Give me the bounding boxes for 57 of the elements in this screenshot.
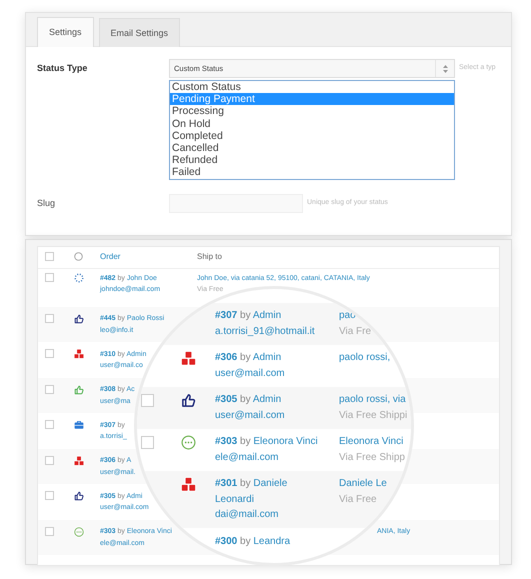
- customer-email[interactable]: ele@mail.com: [215, 450, 279, 465]
- spinner-icon: [74, 273, 84, 283]
- thumbs-up-icon: [74, 491, 84, 501]
- ship-address[interactable]: Daniele Le: [339, 476, 387, 492]
- boxes-icon: [181, 351, 196, 366]
- dropdown-option[interactable]: Cancelled: [170, 142, 454, 154]
- tab[interactable]: Email Settings: [98, 18, 180, 47]
- thumbs-up-icon: [74, 384, 84, 394]
- checkbox[interactable]: [45, 420, 54, 429]
- column-header: Ship to: [197, 252, 222, 261]
- customer-email[interactable]: a.torrisi_91@hotmail.it: [215, 324, 315, 339]
- checkbox[interactable]: [45, 349, 54, 358]
- dropdown-option[interactable]: Custom Status: [170, 81, 454, 94]
- checkbox[interactable]: [45, 384, 54, 394]
- boxes-icon: [181, 477, 196, 492]
- thumbs-up-icon: [181, 393, 196, 408]
- checkbox[interactable]: [45, 252, 54, 261]
- checkbox[interactable]: [141, 436, 154, 449]
- dropdown-option[interactable]: Failed: [170, 166, 454, 179]
- ship-address[interactable]: paolo rossi,: [339, 350, 390, 366]
- ship-address[interactable]: Eleonora Vinci: [339, 434, 404, 450]
- tab[interactable]: Settings: [37, 17, 94, 47]
- shipping-method: Via Free Shipp: [339, 450, 405, 464]
- dropdown-option[interactable]: Pending Payment: [170, 93, 454, 106]
- order-title[interactable]: #303 by Eleonora Vinci: [215, 434, 323, 450]
- checkbox[interactable]: [141, 394, 154, 407]
- column-header[interactable]: Order: [100, 252, 120, 261]
- dropdown-option[interactable]: Completed: [170, 130, 454, 142]
- shipping-method: Via Free Shippi: [339, 408, 408, 422]
- up-down-arrow-icon: [442, 64, 448, 72]
- boxes-icon: [74, 349, 84, 359]
- field-label: Status Type: [37, 62, 88, 73]
- dropdown-option[interactable]: Processing: [170, 105, 454, 118]
- customer-email[interactable]: user@mail.com: [215, 408, 285, 423]
- circle-icon: [74, 252, 83, 261]
- order-title[interactable]: #300 by Leandra: [215, 534, 323, 549]
- dropdown-option[interactable]: Refunded: [170, 154, 454, 166]
- shipping-method: Via Fre: [339, 324, 372, 338]
- dropdown-option[interactable]: On Hold: [170, 118, 454, 130]
- order-title[interactable]: #306 by Admin: [215, 350, 323, 366]
- customer-email[interactable]: user@mail.com: [215, 366, 285, 381]
- checkbox[interactable]: [45, 491, 54, 500]
- thumbs-up-icon: [74, 314, 84, 324]
- shipping-method: Via Free: [339, 492, 377, 506]
- checkbox[interactable]: [45, 314, 54, 322]
- order-title[interactable]: #307 by Admin: [215, 308, 323, 324]
- dots-circle-icon: [74, 526, 84, 536]
- ship-address[interactable]: paolo rossi, via: [339, 392, 406, 408]
- order-title[interactable]: #305 by Admin: [215, 392, 323, 408]
- briefcase-icon: [74, 420, 84, 430]
- checkbox[interactable]: [45, 526, 54, 536]
- boxes-icon: [74, 456, 84, 466]
- checkbox[interactable]: [45, 273, 54, 282]
- checkbox[interactable]: [45, 456, 54, 464]
- dots-circle-icon: [181, 435, 196, 450]
- customer-email[interactable]: dai@mail.com: [215, 507, 279, 522]
- field-label: Slug: [37, 196, 56, 208]
